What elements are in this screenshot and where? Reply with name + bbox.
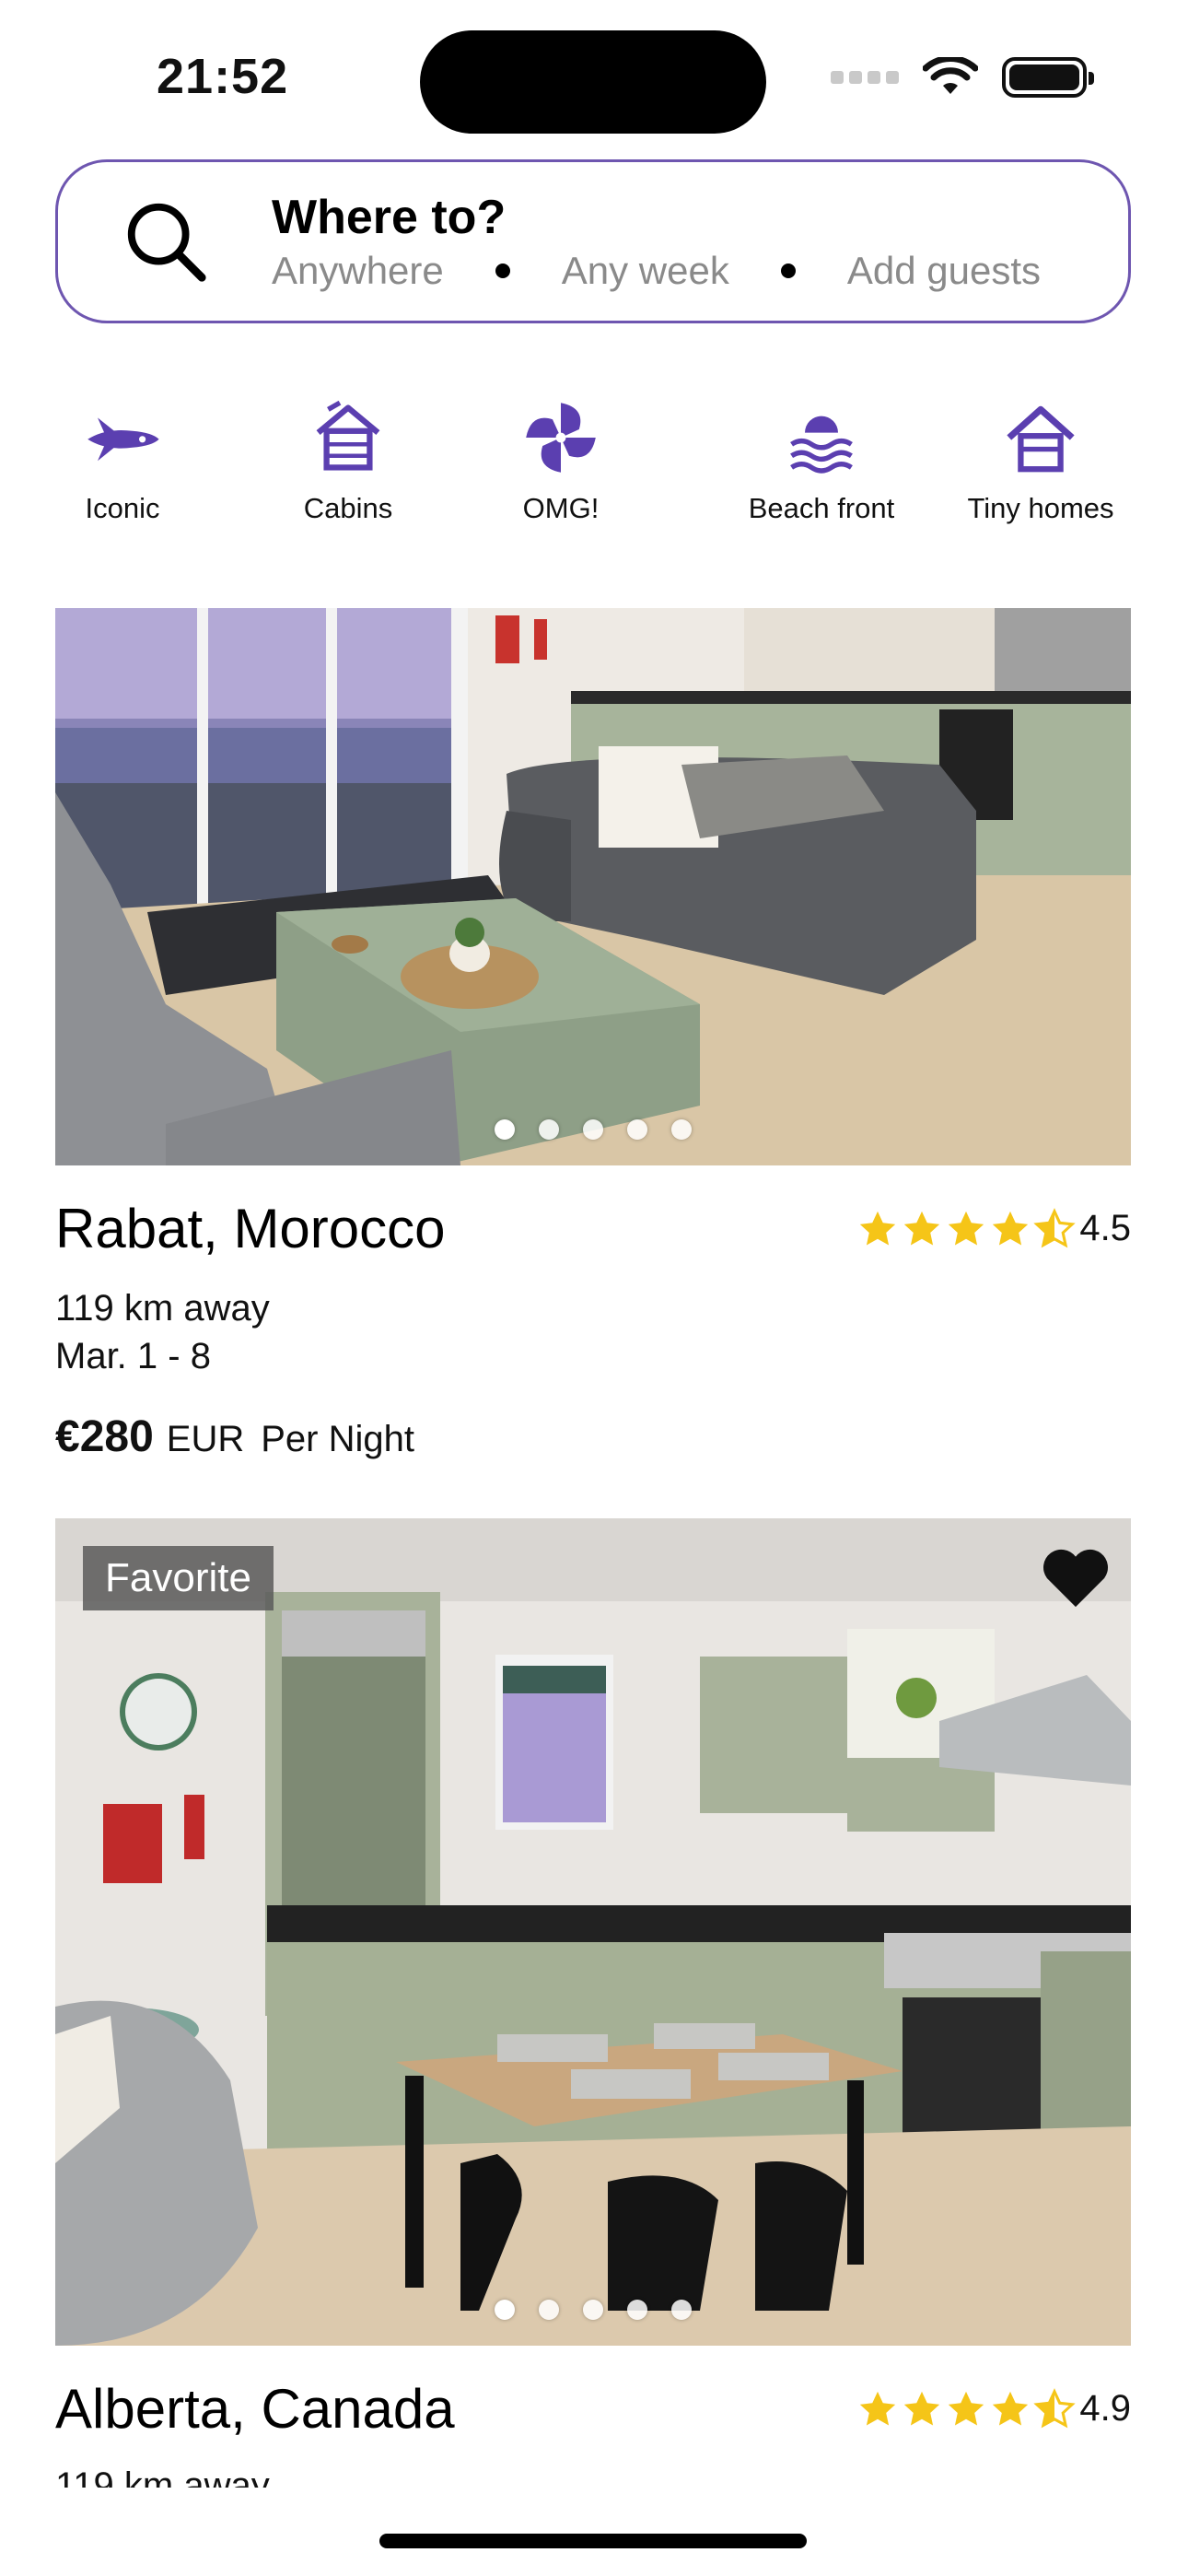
rating-value: 4.5	[1079, 1208, 1131, 1248]
price-currency: EUR	[166, 1419, 245, 1459]
listing-price: €280 EUR Per Night	[55, 1411, 1131, 1462]
category-cabins[interactable]: Cabins	[247, 396, 449, 525]
tiny-home-icon	[1007, 405, 1075, 473]
search-when: Any week	[561, 249, 729, 292]
category-beach-front[interactable]: Beach front	[720, 396, 923, 525]
cabin-icon	[316, 400, 380, 471]
listing-dates: Mar. 1 - 8	[55, 1336, 211, 1376]
signal-icon	[831, 71, 899, 84]
category-label: Cabins	[303, 492, 393, 524]
page-dot[interactable]	[627, 1119, 647, 1140]
search-where: Anywhere	[272, 249, 444, 292]
price-period: Per Night	[261, 1419, 414, 1459]
listing-card[interactable]: Rabat, Morocco 4.5 119 km away Mar. 1 - …	[55, 608, 1131, 1462]
spaceship-icon	[87, 417, 159, 462]
listing-place: Rabat, Morocco	[55, 1198, 446, 1259]
rating-value: 4.9	[1079, 2388, 1131, 2429]
star-icon	[904, 2391, 940, 2425]
star-icon	[860, 2391, 896, 2425]
heart-icon[interactable]	[1039, 1546, 1112, 1610]
photo-pagination[interactable]	[55, 1119, 1131, 1140]
dynamic-island	[420, 30, 766, 134]
half-star-icon	[1033, 2387, 1077, 2428]
category-label: Beach front	[748, 492, 895, 524]
pinwheel-icon	[526, 403, 596, 473]
star-rating	[856, 2387, 1077, 2430]
listing-photo[interactable]	[55, 608, 1131, 1165]
status-time: 21:52	[157, 49, 289, 104]
listing-rating: 4.9	[856, 2387, 1131, 2430]
page-dot[interactable]	[495, 2300, 515, 2320]
wifi-icon	[923, 57, 978, 94]
search-bar[interactable]: Where to? Anywhere Any week Add guests	[55, 159, 1131, 323]
search-who: Add guests	[846, 249, 1042, 292]
listing-rating: 4.5	[856, 1207, 1131, 1250]
category-omg[interactable]: OMG!	[460, 396, 662, 525]
page-dot[interactable]	[539, 2300, 559, 2320]
star-icon	[860, 1211, 896, 1245]
price-amount: €280	[55, 1412, 154, 1461]
star-icon	[993, 1211, 1029, 1245]
star-rating	[856, 1207, 1077, 1250]
listing-place: Alberta, Canada	[55, 2378, 455, 2440]
listing-photo[interactable]: Favorite	[55, 1518, 1131, 2346]
separator-dot	[780, 263, 796, 278]
page-dot[interactable]	[495, 1119, 515, 1140]
living-room-image	[55, 608, 1131, 1165]
star-icon	[949, 1211, 984, 1245]
listing-distance: 119 km away	[55, 1288, 270, 1329]
search-title: Where to?	[272, 191, 507, 244]
page-dot[interactable]	[627, 2300, 647, 2320]
category-bar: Iconic Cabins OMG! Beach front Tiny home…	[0, 396, 1188, 534]
category-tiny-homes[interactable]: Tiny homes	[939, 396, 1142, 525]
search-icon	[127, 203, 206, 282]
home-indicator[interactable]	[379, 2534, 807, 2548]
star-icon	[993, 2391, 1029, 2425]
favorite-badge[interactable]: Favorite	[83, 1546, 274, 1610]
listing-card[interactable]: Favorite Alberta, Canada 4.9	[55, 1518, 1131, 2441]
kitchen-image	[55, 1518, 1131, 2346]
category-label: OMG!	[522, 492, 600, 524]
status-icons	[831, 57, 1094, 98]
star-icon	[949, 2391, 984, 2425]
photo-pagination[interactable]	[55, 2300, 1131, 2320]
page-dot[interactable]	[583, 1119, 603, 1140]
page-dot[interactable]	[583, 2300, 603, 2320]
category-label: Iconic	[85, 492, 160, 524]
separator-dot	[495, 263, 510, 278]
beach-icon	[790, 416, 853, 474]
half-star-icon	[1033, 1207, 1077, 1247]
star-icon	[904, 1211, 940, 1245]
bottom-area	[0, 2488, 1188, 2576]
page-dot[interactable]	[539, 1119, 559, 1140]
listing-distance-partial: 119 km away	[55, 2465, 270, 2488]
category-label: Tiny homes	[967, 492, 1114, 524]
battery-icon	[1002, 57, 1094, 98]
page-dot[interactable]	[671, 1119, 692, 1140]
page-dot[interactable]	[671, 2300, 692, 2320]
category-iconic[interactable]: Iconic	[21, 396, 224, 525]
